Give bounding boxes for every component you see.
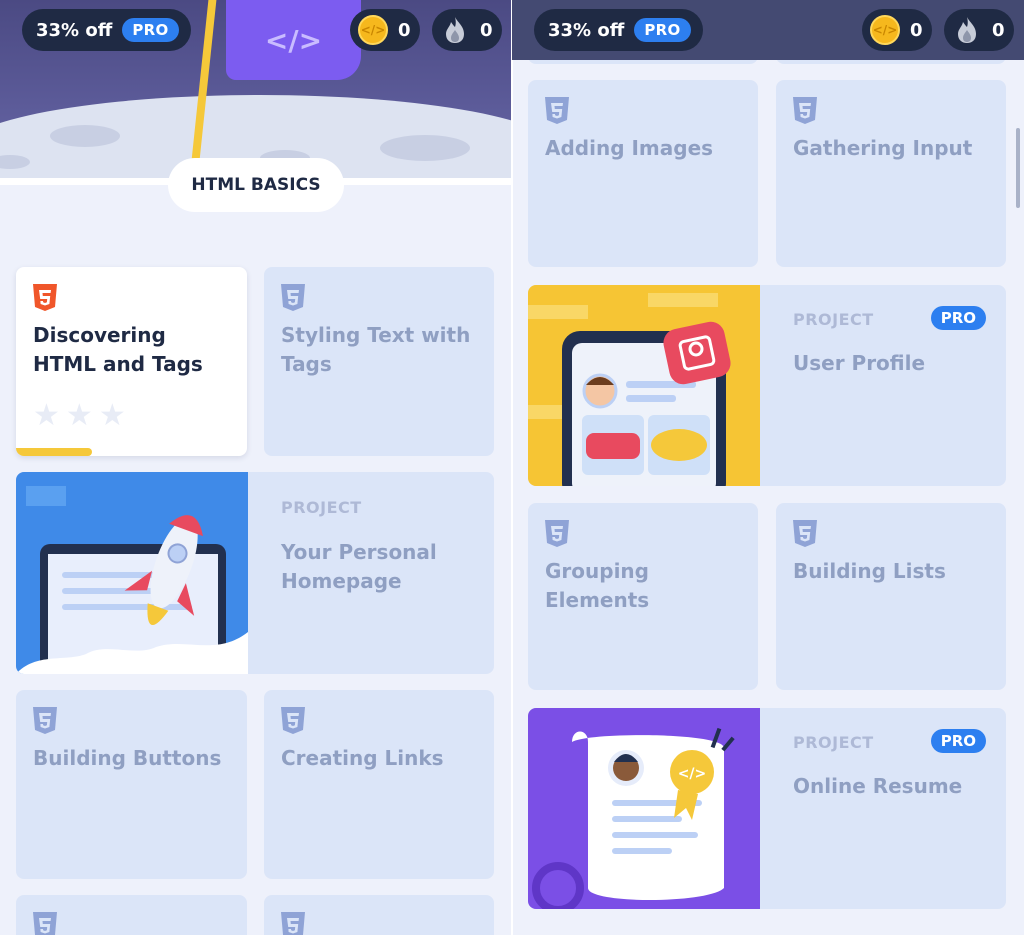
lesson-title: Building Lists (793, 559, 946, 583)
resume-illustration: </> (528, 708, 760, 909)
html5-icon (545, 97, 569, 124)
left-screen: </> HTML BASICS 33% off PRO </> 0 0 Disc… (0, 0, 512, 935)
promo-text: 33% off (548, 19, 625, 41)
pro-badge: PRO (122, 18, 179, 42)
lesson-card-grouping-elements[interactable]: Grouping Elements (528, 503, 758, 690)
coins-count: 0 (398, 19, 411, 41)
lesson-card-building-buttons[interactable]: Building Buttons (16, 690, 247, 879)
pro-badge: PRO (634, 18, 691, 42)
lesson-title: Gathering Input (793, 136, 973, 160)
lesson-title: Grouping Elements (545, 559, 650, 612)
top-bar: 33% off PRO </> 0 0 (0, 0, 512, 60)
project-card-personal-homepage[interactable]: PROJECT Your Personal Homepage (16, 472, 494, 674)
coin-icon: </> (870, 15, 900, 45)
star-icon: ★ (65, 398, 93, 433)
lesson-progress-bar (16, 448, 93, 456)
promo-button[interactable]: 33% off PRO (22, 9, 191, 51)
flame-icon (440, 15, 470, 45)
html5-icon (793, 97, 817, 124)
project-title: User Profile (793, 351, 926, 375)
html5-icon (33, 912, 57, 935)
right-screen: 33% off PRO </> 0 0 Adding Images Gather… (512, 0, 1024, 935)
star-rating: ★ ★ ★ (33, 401, 126, 431)
lesson-card-discovering-html[interactable]: Discovering HTML and Tags ★ ★ ★ (16, 267, 247, 456)
lesson-title: Building Buttons (33, 746, 222, 770)
promo-text: 33% off (36, 19, 113, 41)
lesson-card-creating-links[interactable]: Creating Links (264, 690, 494, 879)
scrollbar-thumb[interactable] (1016, 128, 1020, 208)
project-card-user-profile[interactable]: PROJECT PRO User Profile (528, 285, 1006, 486)
project-title: Your Personal Homepage (281, 540, 437, 593)
star-icon: ★ (33, 398, 60, 433)
html5-icon (281, 912, 305, 935)
html5-icon (33, 707, 57, 734)
coins-counter[interactable]: </> 0 (350, 9, 420, 51)
pro-badge: PRO (930, 306, 986, 330)
flame-icon (952, 15, 982, 45)
streak-count: 0 (992, 19, 1005, 41)
screen-divider (511, 0, 513, 935)
lesson-title: Adding Images (545, 136, 714, 160)
project-kicker: PROJECT (793, 310, 874, 329)
lesson-card-styling-text[interactable]: Styling Text with Tags (264, 267, 494, 456)
svg-text:</>: </> (678, 766, 707, 782)
project-title: Online Resume (793, 774, 963, 798)
coins-counter[interactable]: </> 0 (862, 9, 932, 51)
html5-icon (281, 284, 305, 311)
section-title: HTML BASICS (168, 158, 344, 212)
html5-icon (793, 520, 817, 547)
coin-icon: </> (358, 15, 388, 45)
star-icon: ★ (98, 398, 126, 433)
rocket-illustration (16, 472, 248, 674)
streak-counter[interactable]: 0 (944, 9, 1014, 51)
streak-counter[interactable]: 0 (432, 9, 502, 51)
html5-icon (33, 284, 57, 311)
project-kicker: PROJECT (281, 498, 362, 517)
html5-icon (545, 520, 569, 547)
lesson-card-building-lists[interactable]: Building Lists (776, 503, 1006, 690)
project-card-online-resume[interactable]: </> PROJECT PRO Online Resume (528, 708, 1006, 909)
promo-button[interactable]: 33% off PRO (534, 9, 703, 51)
lesson-title: Discovering HTML and Tags (33, 323, 203, 376)
lesson-card-next[interactable] (16, 895, 247, 935)
lesson-card-adding-images[interactable]: Adding Images (528, 80, 758, 267)
project-kicker: PROJECT (793, 733, 874, 752)
lesson-title: Styling Text with Tags (281, 323, 471, 376)
html5-icon (281, 707, 305, 734)
user-profile-illustration (528, 285, 760, 486)
lesson-card-gathering-input[interactable]: Gathering Input (776, 80, 1006, 267)
top-bar: 33% off PRO </> 0 0 (512, 0, 1024, 60)
coins-count: 0 (910, 19, 923, 41)
lesson-title: Creating Links (281, 746, 444, 770)
lesson-card-next[interactable] (264, 895, 494, 935)
pro-badge: PRO (930, 729, 986, 753)
streak-count: 0 (480, 19, 493, 41)
